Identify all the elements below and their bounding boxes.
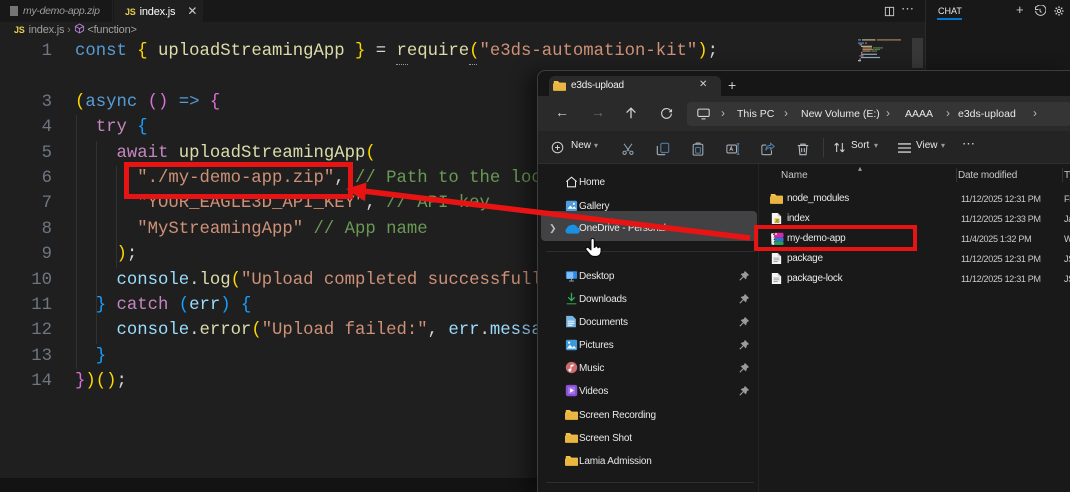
svg-text:JS: JS	[775, 218, 780, 223]
